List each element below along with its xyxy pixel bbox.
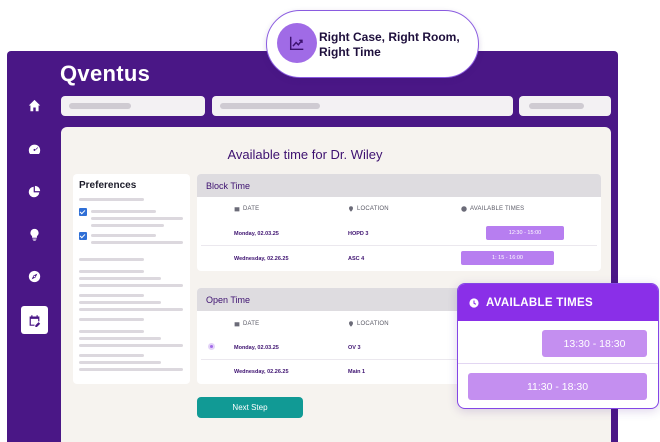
- placeholder-bar: [79, 258, 144, 261]
- placeholder-bar: [79, 344, 183, 347]
- nav-dashboard[interactable]: [22, 137, 46, 161]
- placeholder-bar: [91, 224, 164, 227]
- preference-checkbox-2[interactable]: [79, 232, 87, 240]
- clock-icon: [461, 206, 467, 212]
- preference-checkbox-1[interactable]: [79, 208, 87, 216]
- page-title: Available time for Dr. Wiley: [227, 147, 383, 162]
- block-row-2-location: ASC 4: [348, 256, 365, 262]
- placeholder-bar: [69, 103, 131, 109]
- block-times-header: AVAILABLE TIMES: [461, 206, 524, 212]
- placeholder-bar: [79, 301, 161, 304]
- gauge-icon: [28, 144, 40, 154]
- nav-insights[interactable]: [22, 222, 46, 246]
- home-icon: [28, 99, 40, 111]
- nav-home[interactable]: [22, 93, 46, 117]
- next-step-button[interactable]: Next Step: [197, 397, 303, 418]
- lightbulb-icon: [29, 228, 39, 241]
- block-row-2-date: Wednesday, 02.26.25: [234, 256, 289, 262]
- calendar-icon: [234, 207, 240, 212]
- popup-title: AVAILABLE TIMES: [486, 296, 593, 309]
- open-row-2-location: Main 1: [348, 369, 366, 375]
- placeholder-bar: [79, 361, 161, 364]
- placeholder-bar: [79, 330, 144, 333]
- pie-chart-icon: [28, 185, 40, 197]
- placeholder-bar: [79, 368, 183, 371]
- placeholder-bar: [79, 337, 161, 340]
- block-row-2-time-pill[interactable]: 1: 15 - 16:00: [461, 251, 554, 265]
- calendar-icon: [234, 322, 240, 327]
- block-time-title: Block Time: [197, 174, 601, 197]
- feature-badge: Right Case, Right Room, Right Time: [266, 10, 479, 78]
- placeholder-bar: [91, 217, 183, 220]
- nav-explore[interactable]: [22, 264, 46, 288]
- preferences-title: Preferences: [79, 180, 137, 191]
- block-time-card: Block Time DATE LOCATION AVAILABLE TIMES…: [197, 174, 601, 271]
- popup-divider: [458, 363, 658, 364]
- block-row-1-time-pill[interactable]: 12:30 - 15:00: [486, 226, 564, 240]
- placeholder-bar: [220, 103, 320, 109]
- placeholder-bar: [91, 241, 183, 244]
- badge-text: Right Case, Right Room, Right Time: [319, 30, 460, 59]
- placeholder-bar: [79, 354, 144, 357]
- placeholder-bar: [91, 210, 156, 213]
- clock-icon: [469, 297, 479, 308]
- block-date-header: DATE: [234, 206, 259, 212]
- open-row-1-radio[interactable]: [208, 343, 215, 350]
- open-date-header: DATE: [234, 321, 259, 327]
- placeholder-bar: [79, 284, 183, 287]
- open-row-1-date: Monday, 02.03.25: [234, 345, 279, 351]
- popup-time-option-2[interactable]: 11:30 - 18:30: [468, 373, 647, 400]
- location-pin-icon: [349, 321, 353, 327]
- placeholder-bar: [529, 103, 584, 109]
- open-row-1-location: OV 3: [348, 345, 361, 351]
- row-divider: [201, 245, 597, 246]
- nav-scheduling[interactable]: [21, 306, 48, 334]
- open-location-header: LOCATION: [348, 321, 389, 327]
- block-row-1-date: Monday, 02.03.25: [234, 231, 279, 237]
- available-times-popup: AVAILABLE TIMES 13:30 - 18:30 11:30 - 18…: [457, 283, 659, 409]
- topbar-search-field[interactable]: [212, 96, 513, 116]
- placeholder-bar: [79, 198, 144, 201]
- badge-icon-circle: [277, 23, 317, 63]
- block-row-1-location: HOPD 3: [348, 231, 369, 237]
- placeholder-bar: [79, 308, 183, 311]
- placeholder-bar: [79, 294, 144, 297]
- location-pin-icon: [349, 206, 353, 212]
- block-location-header: LOCATION: [348, 206, 389, 212]
- topbar-field-1[interactable]: [61, 96, 205, 116]
- nav-analytics[interactable]: [22, 179, 46, 203]
- popup-time-option-1[interactable]: 13:30 - 18:30: [542, 330, 647, 357]
- app-logo: Qventus: [60, 61, 151, 86]
- placeholder-bar: [79, 277, 161, 280]
- topbar-field-3[interactable]: [519, 96, 611, 116]
- calendar-edit-icon: [29, 314, 41, 327]
- open-row-2-date: Wednesday, 02.26.25: [234, 369, 289, 375]
- placeholder-bar: [79, 270, 144, 273]
- placeholder-bar: [91, 234, 156, 237]
- compass-icon: [28, 270, 40, 282]
- placeholder-bar: [79, 318, 144, 321]
- preferences-panel: Preferences: [73, 174, 190, 384]
- trending-up-chart-icon: [289, 36, 304, 51]
- popup-header: AVAILABLE TIMES: [458, 284, 658, 321]
